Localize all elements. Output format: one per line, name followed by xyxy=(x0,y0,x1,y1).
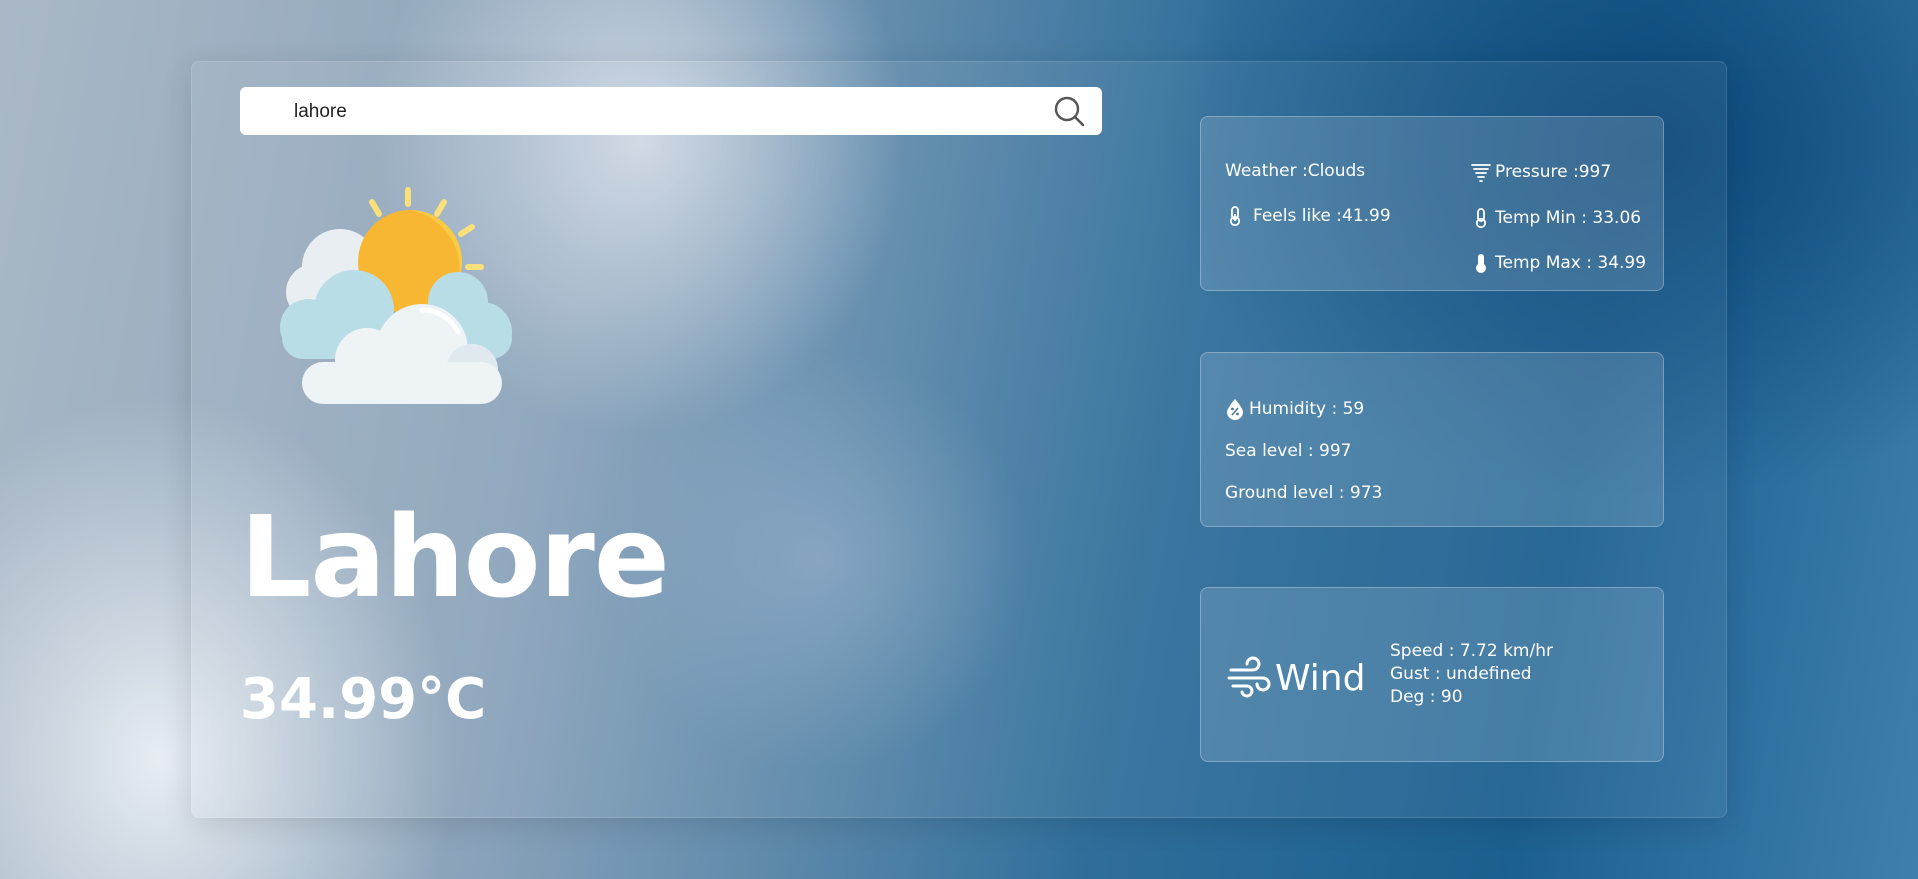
wind-details: Speed : 7.72 km/hr Gust : undefined Deg … xyxy=(1390,640,1553,709)
temp-min: Temp Min : 33.06 xyxy=(1471,207,1641,229)
search-input[interactable] xyxy=(292,95,1036,129)
weather-condition: Weather :Clouds xyxy=(1225,161,1365,181)
humidity-icon xyxy=(1227,399,1243,420)
wind-gust: Gust : undefined xyxy=(1390,664,1532,684)
pressure-label: Pressure :997 xyxy=(1495,162,1612,182)
wind-title: Wind xyxy=(1227,656,1365,700)
thermometer-low-icon xyxy=(1475,208,1487,229)
weather-panel: Lahore 34.99°C Weather :Clouds Feels lik… xyxy=(191,61,1727,818)
wind-degree: Deg : 90 xyxy=(1390,687,1463,707)
app-background: { "search": { "value": "lahore", "icon":… xyxy=(0,0,1918,879)
humidity-label: Humidity : 59 xyxy=(1249,399,1365,419)
temp-max: Temp Max : 34.99 xyxy=(1471,252,1646,274)
ground-level: Ground level : 973 xyxy=(1225,483,1382,503)
pressure: Pressure :997 xyxy=(1471,161,1611,183)
temp-min-label: Temp Min : 33.06 xyxy=(1495,208,1642,228)
feels-like: Feels like :41.99 xyxy=(1225,205,1391,227)
sea-level-label: Sea level : 997 xyxy=(1225,441,1352,461)
conditions-card: Weather :Clouds Feels like :41.99 Pressu… xyxy=(1200,116,1664,291)
wind-icon xyxy=(1227,656,1271,698)
search-icon[interactable] xyxy=(1052,94,1086,128)
wind-card: Wind Speed : 7.72 km/hr Gust : undefined… xyxy=(1200,587,1664,762)
wind-speed: Speed : 7.72 km/hr xyxy=(1390,641,1553,661)
sea-level: Sea level : 997 xyxy=(1225,441,1351,461)
feels-like-label: Feels like :41.99 xyxy=(1253,206,1391,226)
levels-card: Humidity : 59 Sea level : 997 Ground lev… xyxy=(1200,352,1664,527)
temp-max-label: Temp Max : 34.99 xyxy=(1495,253,1647,273)
partly-cloudy-sun-icon xyxy=(280,187,512,404)
city-name: Lahore xyxy=(240,493,670,623)
ground-level-label: Ground level : 973 xyxy=(1225,483,1383,503)
wind-label: Wind xyxy=(1275,657,1366,699)
current-temperature: 34.99°C xyxy=(240,667,487,732)
search-bar[interactable] xyxy=(240,87,1102,135)
thermometer-high-icon xyxy=(1476,254,1486,273)
thermometer-icon xyxy=(1229,206,1241,227)
humidity: Humidity : 59 xyxy=(1225,398,1364,420)
weather-condition-label: Weather :Clouds xyxy=(1225,161,1366,181)
pressure-icon xyxy=(1471,164,1491,182)
